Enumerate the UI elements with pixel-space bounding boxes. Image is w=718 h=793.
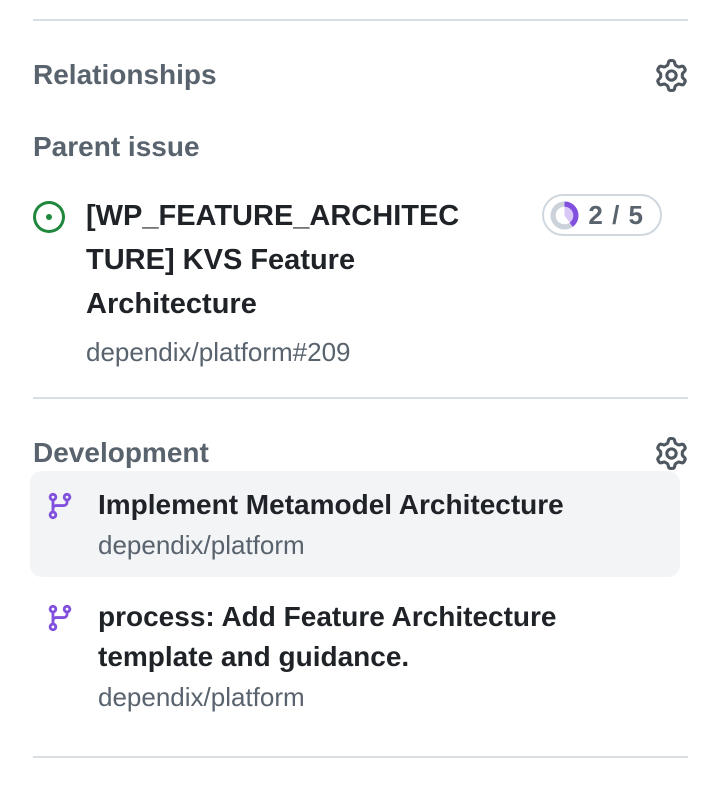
issue-sidebar: Relationships Parent issue [WP_FEATURE_A… bbox=[0, 19, 718, 758]
relationships-title: Relationships bbox=[33, 57, 217, 93]
progress-ring-icon bbox=[550, 201, 579, 230]
development-settings-button[interactable] bbox=[654, 436, 688, 470]
section-divider bbox=[33, 397, 688, 399]
parent-issue-title[interactable]: [WP_FEATURE_ARCHITECTURE] KVS Feature Ar… bbox=[86, 194, 476, 326]
development-title: Development bbox=[33, 435, 209, 471]
dev-link-item[interactable]: process: Add Feature Architecture templa… bbox=[30, 583, 680, 729]
dev-link-item[interactable]: Implement Metamodel Architecture dependi… bbox=[30, 471, 680, 577]
parent-issue-repo-ref: dependix/platform#209 bbox=[86, 335, 476, 369]
issue-opened-icon bbox=[33, 201, 65, 233]
relationships-header: Relationships bbox=[33, 57, 688, 93]
gear-icon bbox=[655, 437, 688, 470]
git-branch-icon bbox=[45, 603, 75, 633]
parent-issue-row[interactable]: [WP_FEATURE_ARCHITECTURE] KVS Feature Ar… bbox=[33, 194, 688, 369]
dev-link-title: Implement Metamodel Architecture bbox=[98, 485, 564, 525]
dev-link-title: process: Add Feature Architecture templa… bbox=[98, 597, 638, 677]
top-divider bbox=[33, 19, 688, 21]
gear-icon bbox=[655, 59, 688, 92]
dev-link-repo: dependix/platform bbox=[98, 677, 638, 717]
git-branch-icon bbox=[45, 491, 75, 521]
subissue-progress-pill: 2 / 5 bbox=[542, 194, 662, 236]
dev-link-repo: dependix/platform bbox=[98, 525, 564, 565]
bottom-divider bbox=[33, 756, 688, 758]
dev-link-text: process: Add Feature Architecture templa… bbox=[98, 597, 638, 717]
parent-issue-text: [WP_FEATURE_ARCHITECTURE] KVS Feature Ar… bbox=[86, 194, 476, 369]
development-header: Development bbox=[33, 435, 688, 471]
parent-issue-label: Parent issue bbox=[33, 129, 688, 165]
dev-link-text: Implement Metamodel Architecture dependi… bbox=[98, 485, 564, 565]
relationships-settings-button[interactable] bbox=[654, 58, 688, 92]
progress-count: 2 / 5 bbox=[588, 200, 644, 231]
